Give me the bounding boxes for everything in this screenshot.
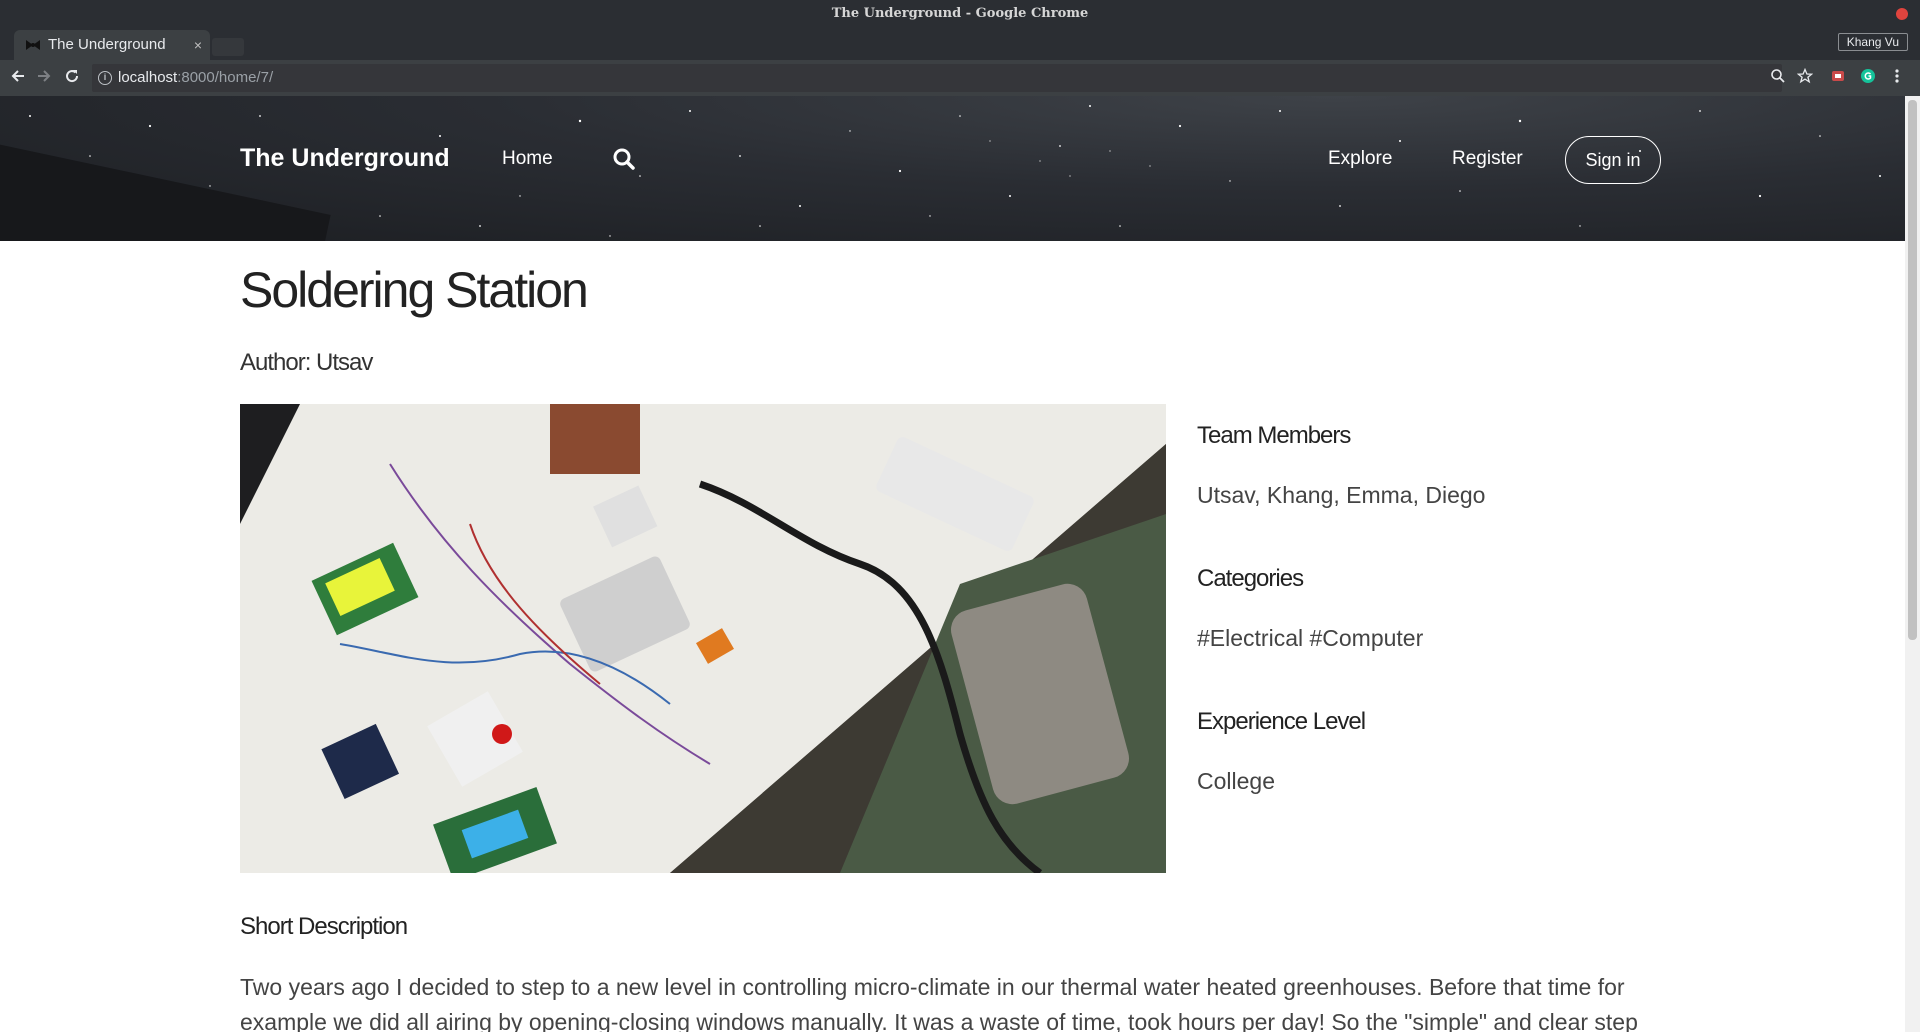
profile-button[interactable]: Khang Vu [1837,33,1908,51]
experience-level-value: College [1197,768,1275,794]
page-scrollbar[interactable] [1905,96,1920,1032]
search-icon[interactable] [612,147,636,171]
window-title: The Underground - Google Chrome [831,6,1089,21]
nav-explore-link[interactable]: Explore [1328,148,1392,170]
short-description-text: Two years ago I decided to step to a new… [240,974,1638,1032]
zoom-icon[interactable] [1770,68,1786,84]
brand-logo[interactable]: The Underground [240,144,450,173]
close-window-icon[interactable] [1896,8,1908,20]
extension-icon[interactable] [1830,68,1846,84]
grammarly-icon[interactable] [1860,68,1876,84]
hero-header: The Underground Home Explore Register Si… [0,96,1905,241]
forward-icon[interactable] [36,68,52,84]
new-tab-button[interactable] [212,38,244,56]
tab-title: The Underground [48,36,166,53]
sign-in-button[interactable]: Sign in [1565,136,1661,184]
tab-close-icon[interactable]: × [194,30,202,60]
project-photo [240,404,1166,873]
categories-heading: Categories [1197,565,1304,592]
team-members-heading: Team Members [1197,422,1351,449]
short-description-heading: Short Description [240,913,408,940]
back-icon[interactable] [10,68,26,84]
nav-home-link[interactable]: Home [502,148,553,170]
nav-register-link[interactable]: Register [1452,148,1523,170]
tab-strip: The Underground × Khang Vu [0,26,1920,60]
star-icon[interactable] [1797,68,1813,84]
scrollbar-thumb[interactable] [1908,100,1917,640]
experience-level-heading: Experience Level [1197,708,1366,735]
menu-icon[interactable] [1894,68,1900,84]
page-title: Soldering Station [240,262,589,318]
reload-icon[interactable] [64,68,80,84]
favicon-icon [26,40,40,50]
browser-tab[interactable]: The Underground × [14,30,210,60]
url-path: :8000/home/7/ [177,69,274,86]
info-icon[interactable]: i [98,71,112,85]
project-author: Author: Utsav [240,349,373,376]
page-viewport: The Underground Home Explore Register Si… [0,96,1905,1032]
team-members-value: Utsav, Khang, Emma, Diego [1197,482,1486,508]
address-bar[interactable]: i localhost:8000/home/7/ [92,64,1782,92]
url-host: localhost [118,69,178,86]
browser-toolbar: i localhost:8000/home/7/ [0,60,1920,96]
window-titlebar: The Underground - Google Chrome [0,0,1920,26]
categories-value: #Electrical #Computer [1197,625,1424,651]
